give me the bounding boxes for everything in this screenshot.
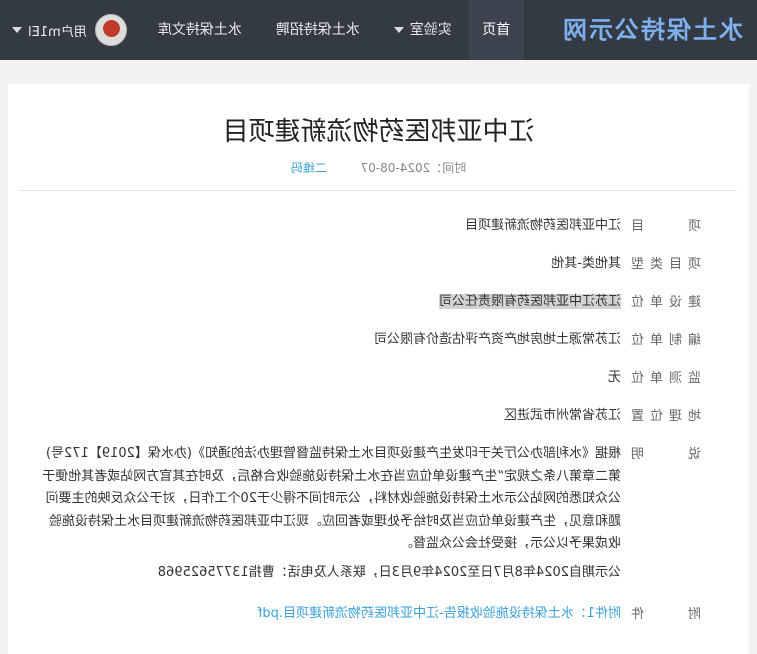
nav-lab[interactable]: 实验室 [377,0,469,60]
attachment-row: 附件 附件1：水土保持设施验收报告-江中亚邦医药物流新建项目.pdf [41,603,701,641]
field-row: 建设单位 江苏江中亚邦医药有限责任公司 [41,291,701,329]
nav-lab-label: 实验室 [409,22,452,38]
field-label: 监测单位 [631,371,701,386]
field-row: 项目 江中亚邦医药物流新建项目 [41,215,701,253]
description-block: 根据《水利部办公厅关于印发生产建设项目水土保持监督管理办法的通知》(办水保【20… [41,443,621,584]
field-value: 江苏江中亚邦医药有限责任公司 [41,291,621,313]
field-value: 江苏常源土地房地产资产评估造价有限公司 [373,332,621,347]
chevron-down-icon [12,27,22,33]
field-value: 其他类-其他 [551,256,621,271]
nav-menu: 用户m1El 水土保持文库 水土保持招聘 实验室 首页 [0,0,524,60]
field-value: 江苏省常州市武进区 [503,408,621,423]
article-meta: 时间：2024-08-07 二维码 [20,154,737,191]
field-label: 说明 [631,447,701,462]
user-name: 用户m1El [28,24,87,40]
description-row: 说明 根据《水利部办公厅关于印发生产建设项目水土保持监督管理办法的通知》(办水保… [41,443,701,603]
description-text: 根据《水利部办公厅关于印发生产建设项目水土保持监督管理办法的通知》(办水保【20… [42,446,621,551]
field-value: 无 [607,370,621,385]
attachment-link[interactable]: 附件1：水土保持设施验收报告-江中亚邦医药物流新建项目.pdf [41,603,621,625]
field-row: 编制单位 江苏常源土地房地产资产评估造价有限公司 [41,329,701,367]
field-label: 项目 [631,219,701,234]
brand-logo[interactable]: 水土保持公示网 [561,10,743,50]
nav-recruit[interactable]: 水土保持招聘 [259,0,377,60]
field-label: 编制单位 [631,333,701,348]
nav-home[interactable]: 首页 [468,0,524,60]
top-nav: 水土保持公示网 用户m1El 水土保持文库 水土保持招聘 实验室 首页 [0,0,757,60]
field-label: 地理位置 [631,409,701,424]
field-label: 项目类型 [631,257,701,272]
avatar[interactable] [94,14,127,46]
field-value: 江中亚邦医药物流新建项目 [464,218,621,233]
field-label: 附件 [631,607,701,622]
publicity-period: 公示期自2024年8月7日至2024年9月3日，联系人及电话：曹指1377562… [157,564,621,580]
mirrored-page: 水土保持公示网 用户m1El 水土保持文库 水土保持招聘 实验室 首页 江中亚邦… [0,0,757,654]
page-title: 江中亚邦医药物流新建项目 [222,117,535,147]
highlighted-text: 江苏江中亚邦医药有限责任公司 [438,294,621,309]
project-fields: 项目 江中亚邦医药物流新建项目 项目类型 其他类-其他 建设单位 江苏江中亚邦医… [41,215,701,641]
qr-code-link[interactable]: 二维码 [291,161,327,175]
user-menu[interactable]: 用户m1El [0,0,141,60]
publish-time: 时间：2024-08-07 [360,161,467,175]
field-row: 监测单位 无 [41,367,701,405]
article-card: 江中亚邦医药物流新建项目 时间：2024-08-07 二维码 项目 江中亚邦医药… [8,84,749,654]
chevron-down-icon [393,27,404,33]
field-row: 地理位置 江苏省常州市武进区 [41,405,701,443]
field-label: 建设单位 [631,295,701,310]
nav-library[interactable]: 水土保持文库 [141,0,259,60]
field-row: 项目类型 其他类-其他 [41,253,701,291]
